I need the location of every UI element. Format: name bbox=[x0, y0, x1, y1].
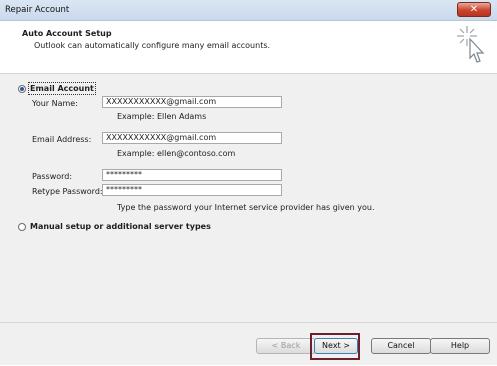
header-title: Auto Account Setup bbox=[22, 29, 112, 38]
wizard-header: Auto Account Setup Outlook can automatic… bbox=[0, 21, 497, 74]
email-account-radio[interactable] bbox=[18, 85, 26, 93]
back-button[interactable]: < Back bbox=[256, 338, 316, 354]
help-button[interactable]: Help bbox=[430, 338, 490, 354]
password-hint: Type the password your Internet service … bbox=[117, 203, 375, 212]
next-button[interactable]: Next > bbox=[314, 338, 358, 354]
retype-password-input[interactable]: ********* bbox=[102, 184, 282, 196]
email-address-example: Example: ellen@contoso.com bbox=[117, 149, 236, 158]
email-address-input[interactable]: XXXXXXXXXXX@gmail.com bbox=[102, 132, 282, 144]
password-label: Password: bbox=[32, 172, 73, 181]
close-button[interactable]: ✕ bbox=[457, 2, 491, 17]
manual-setup-radio[interactable] bbox=[18, 223, 26, 231]
wizard-footer: < Back Next > Cancel Help bbox=[0, 322, 497, 366]
your-name-example: Example: Ellen Adams bbox=[117, 112, 207, 121]
header-subtitle: Outlook can automatically configure many… bbox=[34, 41, 271, 50]
title-bar: Repair Account ✕ bbox=[0, 0, 497, 21]
manual-setup-label[interactable]: Manual setup or additional server types bbox=[30, 222, 211, 231]
password-input[interactable]: ********* bbox=[102, 169, 282, 181]
retype-password-label: Retype Password: bbox=[32, 187, 103, 196]
email-account-label[interactable]: Email Account bbox=[30, 84, 94, 93]
email-account-focus: Email Account bbox=[28, 82, 96, 95]
repair-account-window: Repair Account ✕ Auto Account Setup Outl… bbox=[0, 0, 497, 365]
account-setup-form: Email Account Your Name: XXXXXXXXXXX@gma… bbox=[0, 74, 497, 322]
cancel-button[interactable]: Cancel bbox=[371, 338, 431, 354]
your-name-input[interactable]: XXXXXXXXXXX@gmail.com bbox=[102, 96, 282, 108]
your-name-label: Your Name: bbox=[32, 99, 78, 108]
email-address-label: Email Address: bbox=[32, 135, 92, 144]
window-title: Repair Account bbox=[5, 5, 70, 15]
wizard-sparkle-cursor-icon bbox=[457, 26, 485, 63]
